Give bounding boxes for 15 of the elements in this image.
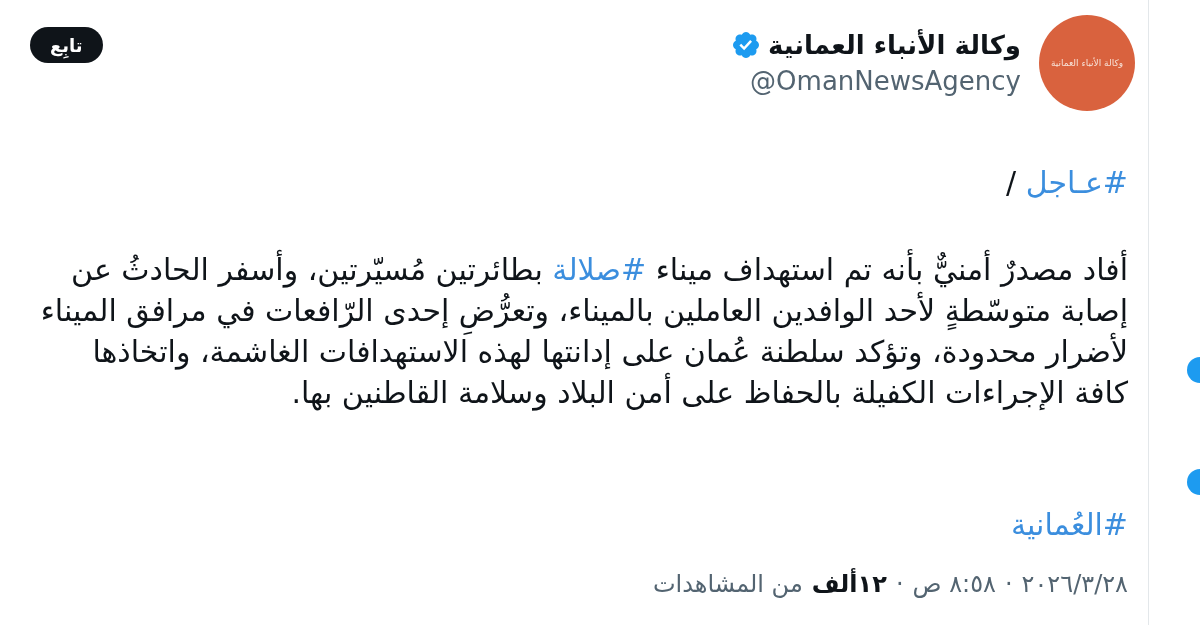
hashtag-link[interactable]: #صلالة — [552, 252, 647, 287]
account-handle[interactable]: @OmanNewsAgency — [750, 63, 1021, 99]
hashtag-link[interactable]: #العُمانية — [1010, 507, 1128, 542]
post-date[interactable]: ٢٨/٣/٢٠٢٦ — [1021, 566, 1128, 602]
separator-dot: · — [895, 569, 904, 600]
post-time[interactable]: ٨:٥٨ ص — [912, 566, 996, 602]
follow-button[interactable]: تابِع — [30, 27, 103, 63]
account-name[interactable]: وكالة الأنباء العمانية — [767, 27, 1021, 63]
view-count: ١٢ألف — [811, 567, 887, 600]
tweet-text: #عـاجل / — [1005, 164, 1128, 202]
separator-dot: · — [1004, 569, 1013, 600]
tweet-text: أفاد مصدرٌ أمنيٌّ بأنه تم استهداف ميناء #صلالة بطائرتين مُسيّرتين، وأسفر الحادثُ عن إصابة متوسّطةٍ لأحد الوافدين العاملين بالميناء، وتعرُّضِ إحدى الرّافعات في مرافق الميناء لأضرار محدودة، وتؤكد سلطنة عُمان على إدانتها لهذه الاستهدافات الغاشمة، واتخاذها كافة الإجراءات الكفيلة بالحفاظ على أمن البلاد وسلامة القاطنين بها. — [38, 249, 1128, 413]
logo-text: وكالة الأنباء العمانية — [1050, 58, 1124, 68]
hashtag-link[interactable]: #عـاجل — [1025, 165, 1128, 200]
views-label: من المشاهدات — [652, 569, 803, 600]
